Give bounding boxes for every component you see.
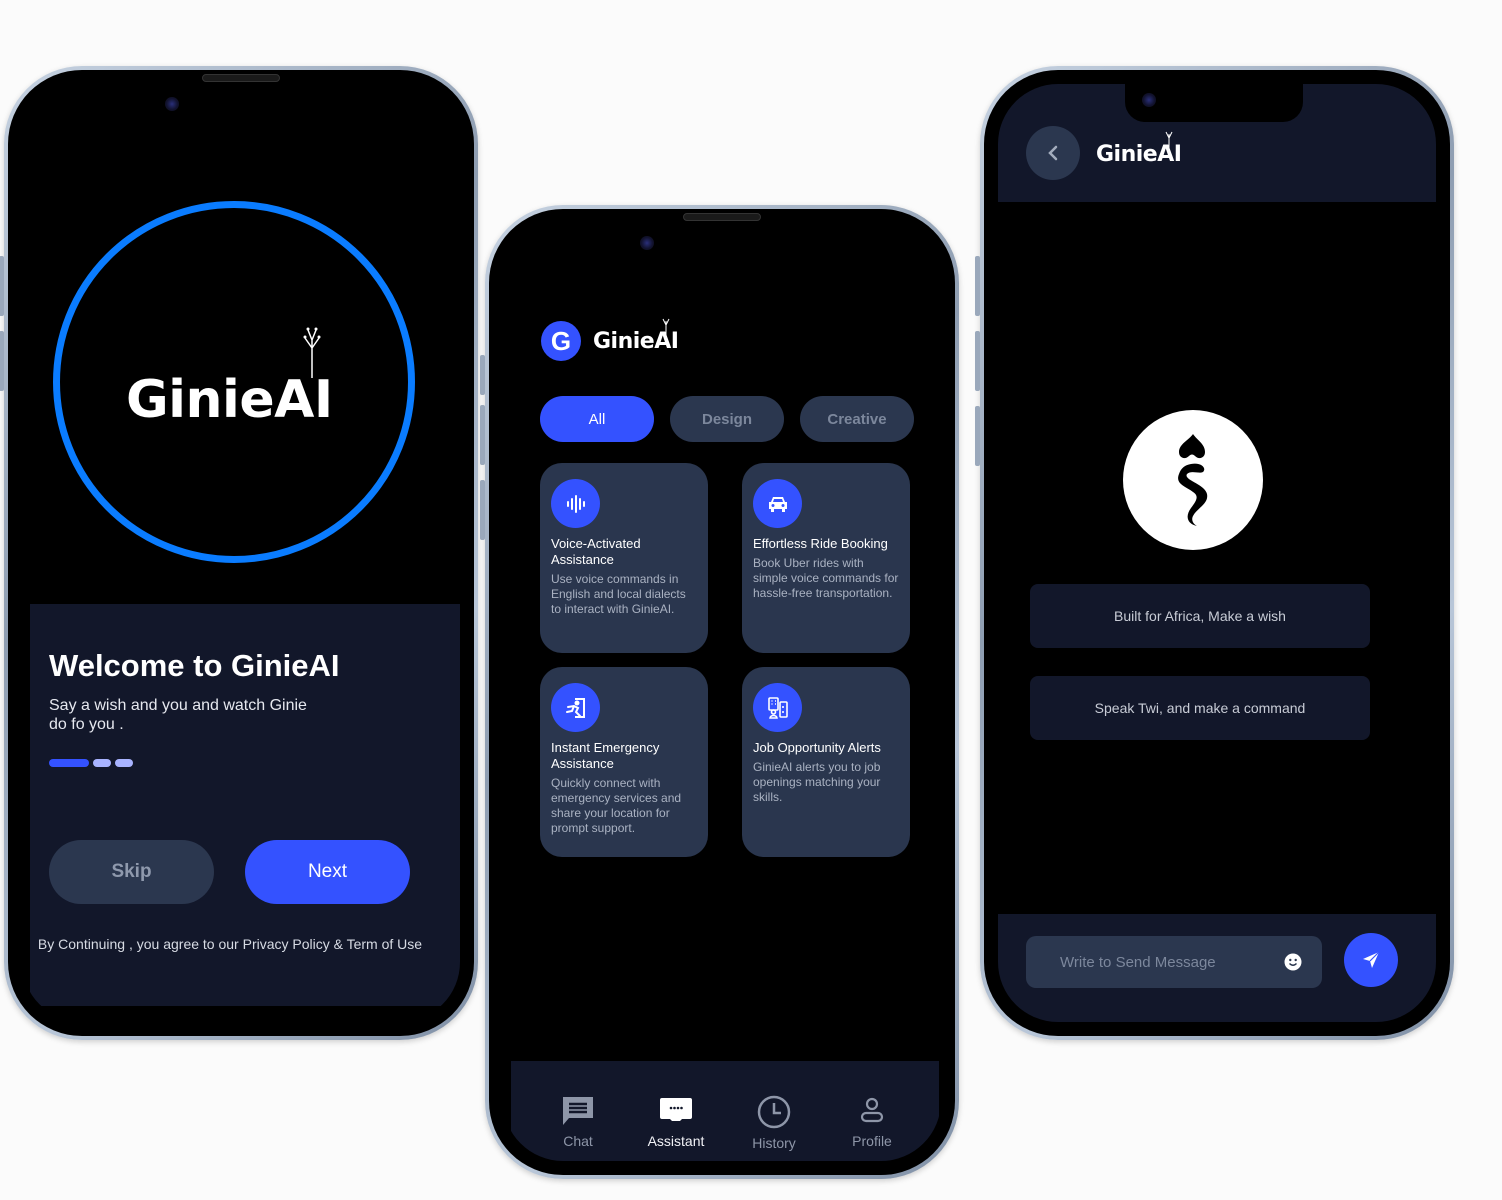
feature-card-jobs[interactable]: Job Opportunity Alerts GinieAI alerts yo… [742,667,910,857]
welcome-title: Welcome to GinieAI [49,648,340,683]
assistant-screen: G GinieAI All Design Creative Voice-Acti… [503,223,941,1161]
phone-chat: GinieAI Built for Africa, Make a wish Sp… [975,66,1454,1040]
bottom-tab-bar: Chat Assistant History Profile [511,1061,939,1161]
phone-onboarding: GinieAI Welcome to GinieAI Say a wish an… [0,66,478,1040]
emergency-exit-icon [551,683,600,732]
chat-composer [998,914,1436,1022]
skip-button[interactable]: Skip [49,840,214,904]
card-title: Voice-Activated Assistance [551,536,641,567]
camera-icon [640,236,654,250]
tab-label: Assistant [647,1133,705,1149]
profile-icon [860,1097,884,1123]
page-dot[interactable] [93,759,111,767]
app-header: G GinieAI [541,318,679,361]
message-input-container [1026,936,1322,988]
antenna-icon [303,327,321,378]
filter-chip-creative[interactable]: Creative [800,396,914,442]
tab-assistant[interactable]: Assistant [631,1095,721,1161]
terms-text[interactable]: By Continuing , you agree to our Privacy… [30,936,430,953]
app-logo-text: GinieAI [126,370,333,430]
app-logo: GinieAI [593,318,679,354]
assistant-icon [660,1098,692,1121]
volume-button [975,331,980,391]
tab-label: History [752,1135,796,1151]
voice-wave-icon [551,479,600,528]
tab-profile[interactable]: Profile [827,1095,917,1161]
card-description: Use voice commands in English and local … [551,572,686,616]
filter-chips: All Design Creative [540,396,914,442]
welcome-subtitle: Say a wish and you and watch Ginie do fo… [49,697,307,733]
page-dot-active[interactable] [49,759,89,767]
feature-card-voice[interactable]: Voice-Activated Assistance Use voice com… [540,463,708,653]
phone-bezel: G GinieAI All Design Creative Voice-Acti… [489,209,955,1175]
send-button[interactable] [1344,933,1398,987]
antenna-icon [1165,131,1173,150]
card-description: Book Uber rides with simple voice comman… [753,556,899,600]
chat-screen: GinieAI Built for Africa, Make a wish Sp… [998,84,1436,1022]
mute-switch [480,355,485,395]
volume-button [0,256,4,316]
phone-bezel: GinieAI Welcome to GinieAI Say a wish an… [8,70,474,1036]
onboarding-screen: GinieAI Welcome to GinieAI Say a wish an… [22,84,460,1022]
speaker-grille [683,213,761,221]
card-description: Quickly connect with emergency services … [551,776,682,835]
suggestion-chip[interactable]: Speak Twi, and make a command [1030,676,1370,740]
onboarding-panel: Welcome to GinieAI Say a wish and you an… [30,604,460,1006]
next-button[interactable]: Next [245,840,410,904]
tab-chat[interactable]: Chat [533,1095,623,1161]
card-title: Instant Emergency Assistance [551,740,660,771]
genie-avatar [1123,410,1263,550]
feature-card-emergency[interactable]: Instant Emergency Assistance Quickly con… [540,667,708,857]
message-input[interactable] [1060,953,1284,971]
app-logo: GinieAI [126,327,333,430]
camera-icon [165,97,179,111]
feature-card-ride[interactable]: Effortless Ride Booking Book Uber rides … [742,463,910,653]
car-icon [753,479,802,528]
chat-icon [563,1097,593,1125]
back-button[interactable] [1026,126,1080,180]
notch [1125,84,1303,122]
tab-label: Profile [852,1133,892,1149]
page-dot[interactable] [115,759,133,767]
volume-button [975,256,980,316]
card-description: GinieAI alerts you to job openings match… [753,760,881,804]
volume-button [975,406,980,466]
camera-icon [1142,93,1156,107]
volume-button [0,331,4,391]
phone-bezel: GinieAI Built for Africa, Make a wish Sp… [984,70,1450,1036]
emoji-icon[interactable] [1284,953,1302,971]
tab-label: Chat [563,1133,593,1149]
job-building-icon [753,683,802,732]
antenna-icon [662,318,670,337]
speaker-grille [202,74,280,82]
page-indicator [49,759,133,767]
clock-icon [757,1095,791,1129]
card-title: Effortless Ride Booking [753,536,888,551]
volume-button [480,405,485,465]
app-badge: G [541,321,581,361]
feature-cards: Voice-Activated Assistance Use voice com… [540,463,910,857]
filter-chip-all[interactable]: All [540,396,654,442]
filter-chip-design[interactable]: Design [670,396,784,442]
card-title: Job Opportunity Alerts [753,740,881,755]
chevron-left-icon [1048,145,1058,161]
genie-icon [1178,434,1208,526]
tab-history[interactable]: History [729,1095,819,1161]
app-logo: GinieAI [1096,131,1182,167]
phone-assistant: G GinieAI All Design Creative Voice-Acti… [480,205,959,1179]
suggestion-chip[interactable]: Built for Africa, Make a wish [1030,584,1370,648]
send-icon [1363,951,1380,968]
volume-button [480,480,485,540]
